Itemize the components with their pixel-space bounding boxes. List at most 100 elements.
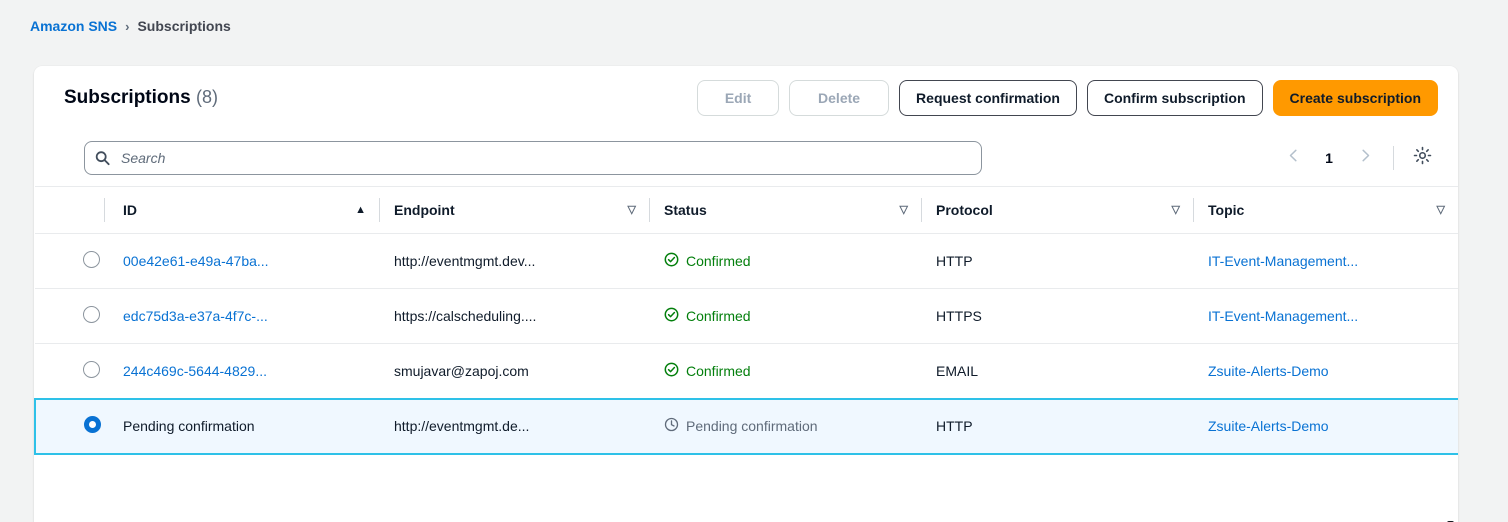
breadcrumb-current-subscriptions: Subscriptions [137,18,231,34]
sort-icon[interactable]: ▽ [900,204,908,216]
status-badge: Confirmed [664,252,922,270]
column-header-endpoint[interactable]: Endpoint ▽ [380,186,650,234]
card-header: Subscriptions (8) Edit Delete Request co… [34,66,1458,130]
subscriptions-card: Subscriptions (8) Edit Delete Request co… [34,66,1458,522]
protocol-text: HTTP [936,418,973,434]
subscriptions-table: ID ▲ Endpoint ▽ Status ▽ Protocol ▽ Topi… [34,186,1458,455]
topic-link[interactable]: IT-Event-Management... [1208,253,1458,269]
protocol-text: EMAIL [936,362,979,379]
sort-icon[interactable]: ▽ [1172,204,1180,216]
cell-id: 00e42e61-e49a-47ba... [105,233,380,289]
column-label-topic: Topic [1208,202,1245,218]
breadcrumb-separator-icon: › [125,18,130,34]
cell-protocol: HTTP [922,233,1194,289]
table-body: 00e42e61-e49a-47ba... http://eventmgmt.de… [34,233,1458,455]
pagination: 1 [1277,142,1438,174]
subscription-id-link[interactable]: edc75d3a-e37a-4f7c-... [123,308,380,324]
column-select-all [35,186,105,234]
column-divider [379,198,380,222]
column-header-status[interactable]: Status ▽ [650,186,922,234]
cell-protocol: EMAIL [922,343,1194,399]
subscription-id-text: Pending confirmation [123,418,255,434]
column-header-protocol[interactable]: Protocol ▽ [922,186,1194,234]
protocol-text: HTTPS [936,308,982,324]
cell-protocol: HTTPS [922,288,1194,344]
endpoint-text: http://eventmgmt.de... [394,418,530,434]
pagination-page-number: 1 [1325,150,1333,166]
status-label: Confirmed [686,308,751,324]
cell-status: Pending confirmation [650,397,922,455]
row-select-cell[interactable] [35,343,105,399]
table-header: ID ▲ Endpoint ▽ Status ▽ Protocol ▽ Topi… [35,186,1458,234]
create-subscription-button[interactable]: Create subscription [1272,80,1438,116]
check-circle-icon [664,252,679,270]
column-divider [1193,198,1194,222]
pagination-page-1[interactable]: 1 [1313,142,1345,174]
preferences-button[interactable] [1406,142,1438,174]
confirm-subscription-button[interactable]: Confirm subscription [1086,80,1263,116]
column-divider [649,198,650,222]
topic-link[interactable]: Zsuite-Alerts-Demo [1208,363,1458,379]
check-circle-icon [664,307,679,325]
pagination-divider [1393,146,1394,170]
cell-topic: Zsuite-Alerts-Demo [1194,397,1458,455]
filter-row: 1 [34,130,1458,186]
topic-link[interactable]: IT-Event-Management... [1208,308,1458,324]
column-divider [921,198,922,222]
status-badge: Confirmed [664,362,922,380]
request-confirmation-button[interactable]: Request confirmation [899,80,1077,116]
page-title: Subscriptions (8) [64,87,218,109]
row-select-cell[interactable] [34,397,105,455]
table-row[interactable]: edc75d3a-e37a-4f7c-... https://calschedul… [35,288,1458,344]
table-header-row: ID ▲ Endpoint ▽ Status ▽ Protocol ▽ Topi… [35,186,1458,234]
search-input[interactable] [119,142,981,174]
topic-link[interactable]: Zsuite-Alerts-Demo [1208,418,1458,434]
table-row[interactable]: Pending confirmation http://eventmgmt.de.… [34,397,1458,455]
search-box[interactable] [84,141,982,175]
column-header-id[interactable]: ID ▲ [105,186,380,234]
cell-id: edc75d3a-e37a-4f7c-... [105,288,380,344]
column-label-status: Status [664,202,707,218]
cell-protocol: HTTP [922,397,1194,455]
edit-button[interactable]: Edit [697,80,780,116]
cell-topic: IT-Event-Management... [1194,233,1458,289]
table-row[interactable]: 244c469c-5644-4829... smujavar@zapoj.com C… [35,343,1458,399]
row-radio-button[interactable] [83,306,100,323]
subscription-id-link[interactable]: 00e42e61-e49a-47ba... [123,253,380,269]
clock-icon [664,417,679,435]
row-select-cell[interactable] [35,288,105,344]
breadcrumb: Amazon SNS › Subscriptions [30,18,231,34]
column-label-protocol: Protocol [936,202,993,218]
pagination-next-button[interactable] [1349,142,1381,174]
row-radio-button[interactable] [83,251,100,268]
table-row[interactable]: 00e42e61-e49a-47ba... http://eventmgmt.de… [35,233,1458,289]
subscription-count: (8) [195,87,218,107]
cell-endpoint: http://eventmgmt.de... [380,397,650,455]
sns-subscriptions-page: Amazon SNS › Subscriptions Subscriptions… [0,0,1508,522]
status-badge: Confirmed [664,307,922,325]
status-label: Confirmed [686,362,751,379]
column-header-topic[interactable]: Topic ▽ [1194,186,1458,234]
sort-icon[interactable]: ▽ [1437,204,1445,216]
cell-endpoint: smujavar@zapoj.com [380,343,650,399]
cell-topic: IT-Event-Management... [1194,288,1458,344]
cell-endpoint: https://calscheduling.... [380,288,650,344]
cell-status: Confirmed [650,233,922,289]
row-radio-button[interactable] [84,416,101,433]
chevron-left-icon [1286,148,1301,168]
status-badge: Pending confirmation [664,417,922,435]
cell-status: Confirmed [650,288,922,344]
row-select-cell[interactable] [35,233,105,289]
status-label: Pending confirmation [686,418,818,434]
subscription-id-link[interactable]: 244c469c-5644-4829... [123,363,380,379]
sort-ascending-icon[interactable]: ▲ [355,204,366,216]
column-label-endpoint: Endpoint [394,202,455,218]
breadcrumb-link-amazon-sns[interactable]: Amazon SNS [30,18,117,34]
column-label-id: ID [123,202,137,218]
endpoint-text: https://calscheduling.... [394,308,537,324]
sort-icon[interactable]: ▽ [628,204,636,216]
protocol-text: HTTP [936,253,973,269]
row-radio-button[interactable] [83,360,100,378]
pagination-prev-button[interactable] [1277,142,1309,174]
delete-button[interactable]: Delete [789,80,890,116]
